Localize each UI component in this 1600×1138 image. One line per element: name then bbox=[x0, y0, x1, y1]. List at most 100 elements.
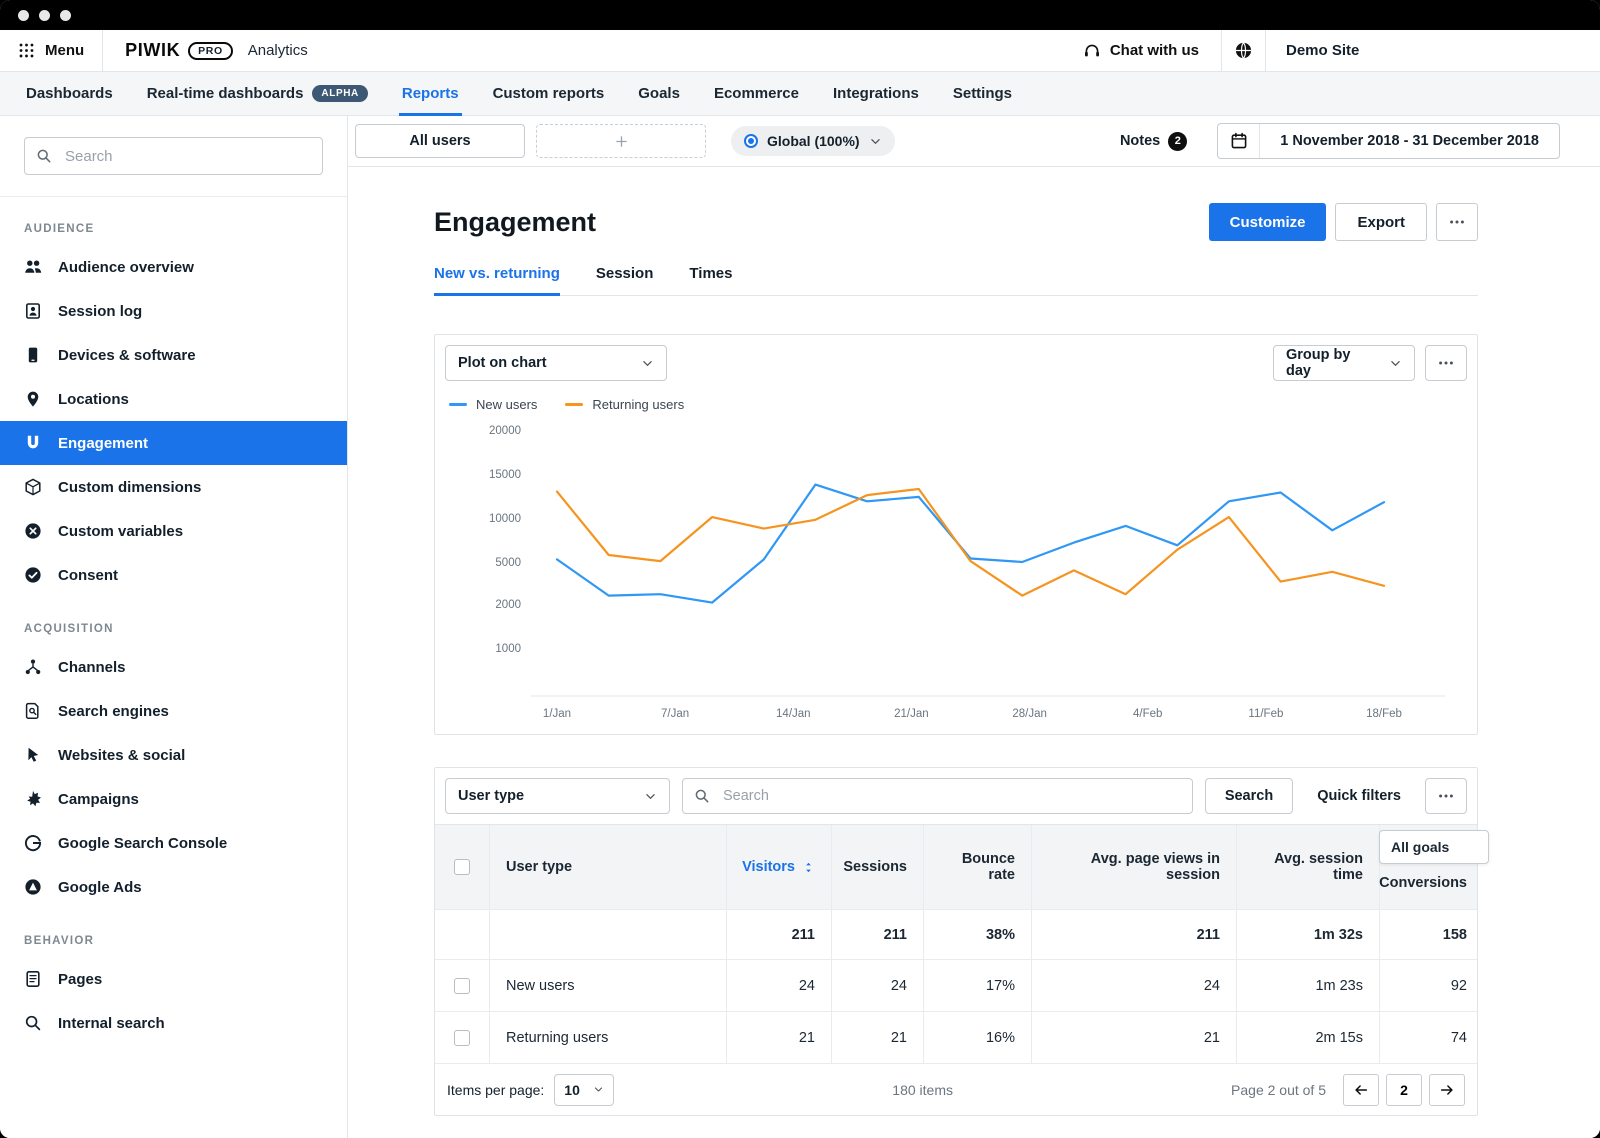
site-name: Demo Site bbox=[1286, 42, 1359, 59]
dimension-select[interactable]: User type bbox=[445, 778, 670, 814]
document-search-icon bbox=[24, 702, 42, 720]
sidebar-item-pages[interactable]: Pages bbox=[0, 957, 347, 1001]
ellipsis-icon bbox=[1437, 354, 1455, 372]
all-goals-dropdown[interactable]: All goals bbox=[1379, 830, 1489, 864]
sidebar-item-engagement[interactable]: Engagement bbox=[0, 421, 347, 465]
sidebar-item-internal-search[interactable]: Internal search bbox=[0, 1001, 347, 1045]
svg-text:15000: 15000 bbox=[489, 469, 521, 481]
next-page-button[interactable] bbox=[1429, 1074, 1465, 1106]
menu-button[interactable]: Menu bbox=[0, 30, 103, 71]
all-goals-label: All goals bbox=[1391, 839, 1449, 855]
sidebar-item-label: Google Search Console bbox=[58, 835, 227, 852]
group-by-select[interactable]: Group by day bbox=[1273, 345, 1415, 381]
sidebar-item-custom-dimensions[interactable]: Custom dimensions bbox=[0, 465, 347, 509]
window-zoom-button[interactable] bbox=[60, 10, 71, 21]
prev-page-button[interactable] bbox=[1343, 1074, 1379, 1106]
date-range-picker[interactable]: 1 November 2018 - 31 December 2018 bbox=[1217, 123, 1560, 159]
scope-radio-icon bbox=[744, 134, 758, 148]
nav-tab-dashboards[interactable]: Dashboards bbox=[9, 72, 130, 115]
nav-tab-reports[interactable]: Reports bbox=[385, 72, 476, 115]
nav-tab-ecommerce[interactable]: Ecommerce bbox=[697, 72, 816, 115]
table-search-button[interactable]: Search bbox=[1205, 778, 1293, 814]
tab-session[interactable]: Session bbox=[596, 265, 654, 295]
page-indicator: Page 2 out of 5 bbox=[1231, 1082, 1326, 1098]
table-search-input[interactable] bbox=[682, 778, 1193, 814]
tab-times[interactable]: Times bbox=[689, 265, 732, 295]
user-type-table: User typeVisitorsSessionsBounce rateAvg.… bbox=[435, 824, 1477, 1063]
chat-with-us-button[interactable]: Chat with us bbox=[1061, 30, 1221, 71]
sidebar-item-google-search-console[interactable]: Google Search Console bbox=[0, 821, 347, 865]
nav-tab-custom-reports[interactable]: Custom reports bbox=[476, 72, 622, 115]
scope-selector[interactable]: Global (100%) bbox=[731, 126, 895, 156]
table-more-options-button[interactable] bbox=[1425, 778, 1467, 814]
sidebar-item-locations[interactable]: Locations bbox=[0, 377, 347, 421]
items-per-page-select[interactable]: 10 bbox=[554, 1074, 614, 1106]
user-type-cell: New users bbox=[489, 959, 726, 1011]
nav-tab-goals[interactable]: Goals bbox=[621, 72, 697, 115]
row-checkbox[interactable] bbox=[454, 978, 470, 994]
column-header-conversions[interactable]: All goalsConversions bbox=[1379, 825, 1477, 909]
column-header-avg-page-views[interactable]: Avg. page views in session bbox=[1031, 825, 1236, 909]
customize-label: Customize bbox=[1230, 214, 1306, 231]
sidebar-item-google-ads[interactable]: Google Ads bbox=[0, 865, 347, 909]
nav-tab-label: Real-time dashboards bbox=[147, 85, 304, 102]
summary-row-label-cell bbox=[489, 909, 726, 959]
conversions-cell: 74 bbox=[1379, 1011, 1477, 1063]
visitors-cell: 24 bbox=[726, 959, 831, 1011]
ellipsis-icon bbox=[1448, 213, 1466, 231]
sidebar-item-audience-overview[interactable]: Audience overview bbox=[0, 245, 347, 289]
sidebar-item-label: Campaigns bbox=[58, 791, 139, 808]
pages-icon bbox=[24, 970, 42, 988]
calendar-button[interactable] bbox=[1218, 124, 1260, 158]
sidebar-item-channels[interactable]: Channels bbox=[0, 645, 347, 689]
legend-new-users[interactable]: New users bbox=[449, 397, 537, 412]
sidebar-item-consent[interactable]: Consent bbox=[0, 553, 347, 597]
sidebar-item-custom-variables[interactable]: Custom variables bbox=[0, 509, 347, 553]
notes-button[interactable]: Notes 2 bbox=[1120, 132, 1187, 151]
conversions-cell: 92 bbox=[1379, 959, 1477, 1011]
export-button[interactable]: Export bbox=[1335, 203, 1427, 241]
quick-filters-button[interactable]: Quick filters bbox=[1305, 788, 1413, 804]
tab-new-vs-returning[interactable]: New vs. returning bbox=[434, 265, 560, 295]
scope-label: Global (100%) bbox=[767, 133, 860, 149]
add-segment-button[interactable] bbox=[536, 124, 706, 158]
page-number-input[interactable] bbox=[1386, 1074, 1422, 1106]
column-header-avg-session-time[interactable]: Avg. session time bbox=[1236, 825, 1379, 909]
column-header-bounce-rate[interactable]: Bounce rate bbox=[923, 825, 1031, 909]
window-minimize-button[interactable] bbox=[39, 10, 50, 21]
site-selector[interactable]: Demo Site bbox=[1265, 30, 1600, 71]
legend-swatch bbox=[565, 403, 583, 406]
nav-tab-settings[interactable]: Settings bbox=[936, 72, 1029, 115]
chart-more-options-button[interactable] bbox=[1425, 345, 1467, 381]
select-all-checkbox[interactable] bbox=[454, 859, 470, 875]
customize-button[interactable]: Customize bbox=[1209, 203, 1327, 241]
column-header-user-type[interactable]: User type bbox=[489, 825, 726, 909]
column-header-visitors[interactable]: Visitors bbox=[726, 825, 831, 909]
cube-icon bbox=[24, 478, 42, 496]
globe-button[interactable] bbox=[1221, 30, 1265, 71]
column-header-sessions[interactable]: Sessions bbox=[831, 825, 923, 909]
all-users-segment-button[interactable]: All users bbox=[355, 124, 525, 158]
nav-tab-label: Ecommerce bbox=[714, 85, 799, 102]
nav-tab-real-time-dashboards[interactable]: Real-time dashboardsALPHA bbox=[130, 72, 385, 115]
more-options-button[interactable] bbox=[1436, 203, 1478, 241]
window-close-button[interactable] bbox=[18, 10, 29, 21]
sidebar-item-search-engines[interactable]: Search engines bbox=[0, 689, 347, 733]
row-checkbox[interactable] bbox=[454, 1030, 470, 1046]
nav-tab-label: Integrations bbox=[833, 85, 919, 102]
sidebar-search-input[interactable] bbox=[24, 137, 323, 175]
search-icon bbox=[694, 788, 710, 804]
campaign-burst-icon bbox=[24, 790, 42, 808]
bounce-rate-cell: 17% bbox=[923, 959, 1031, 1011]
search-button-label: Search bbox=[1225, 788, 1273, 804]
nav-tab-integrations[interactable]: Integrations bbox=[816, 72, 936, 115]
sidebar-item-session-log[interactable]: Session log bbox=[0, 289, 347, 333]
session-log-icon bbox=[24, 302, 42, 320]
legend-returning-users[interactable]: Returning users bbox=[565, 397, 684, 412]
sidebar-item-campaigns[interactable]: Campaigns bbox=[0, 777, 347, 821]
plus-icon bbox=[614, 134, 629, 149]
plot-on-chart-select[interactable]: Plot on chart bbox=[445, 345, 667, 381]
sidebar-item-devices-software[interactable]: Devices & software bbox=[0, 333, 347, 377]
avg-session-time-cell: 2m 15s bbox=[1236, 1011, 1379, 1063]
sidebar-item-websites-social[interactable]: Websites & social bbox=[0, 733, 347, 777]
